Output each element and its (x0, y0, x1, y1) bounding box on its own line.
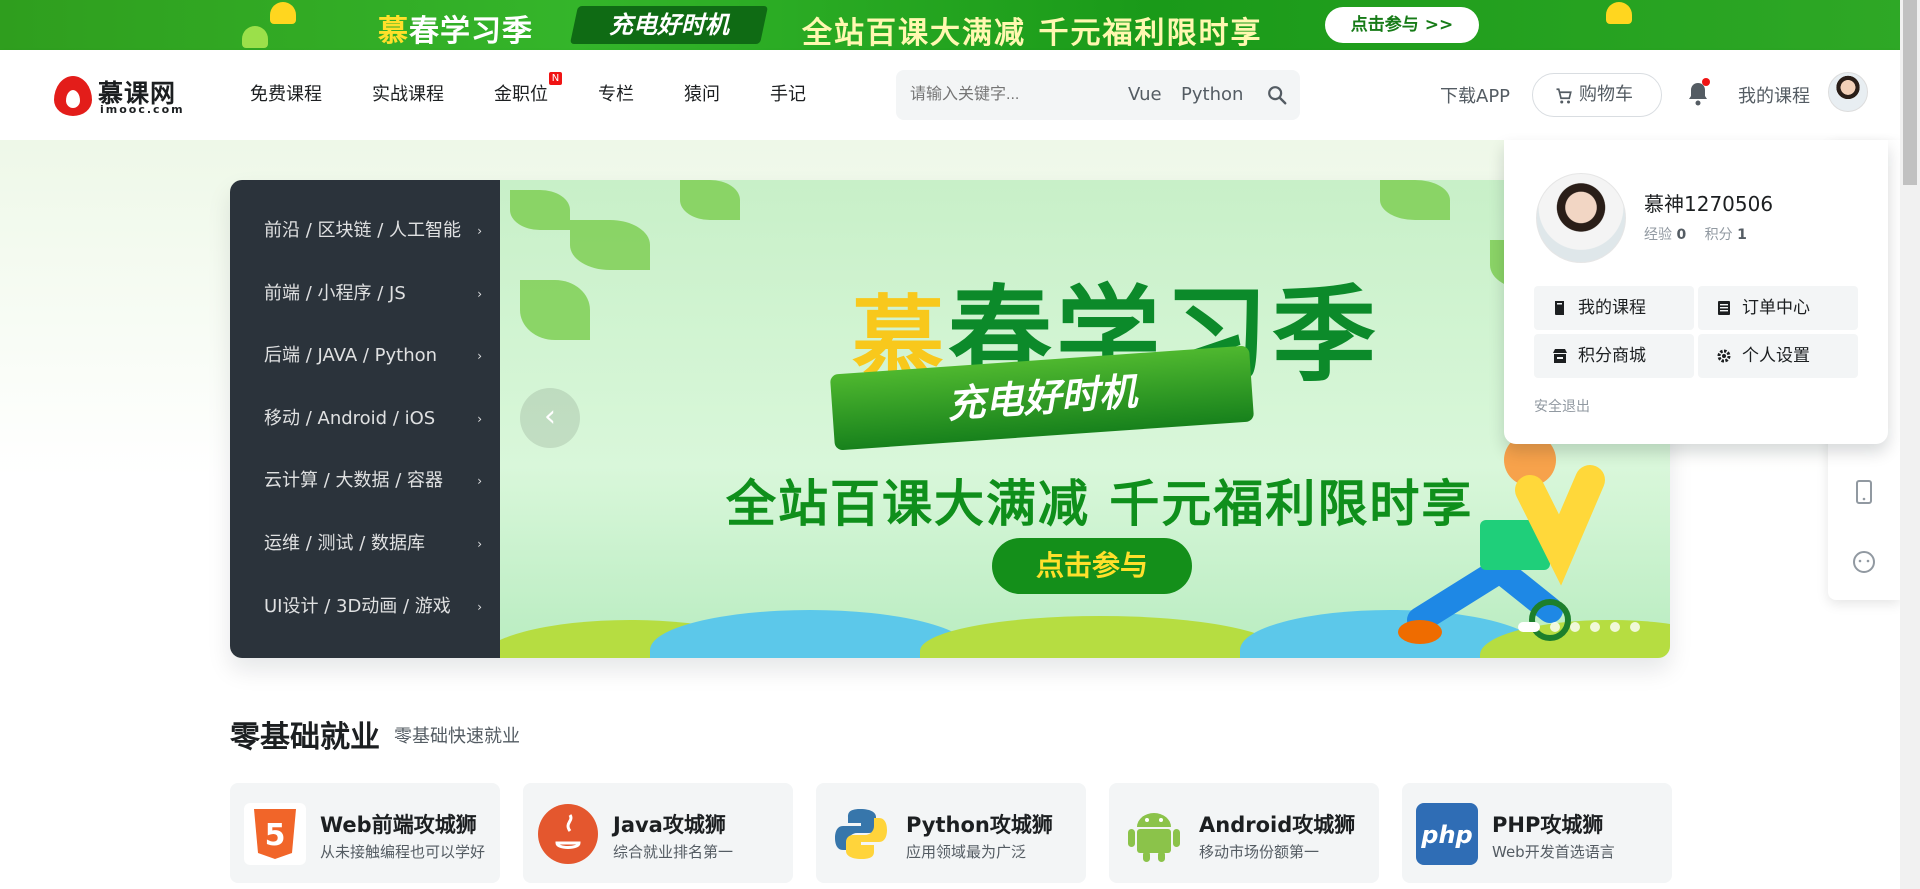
avatar[interactable] (1828, 72, 1868, 112)
hot-word-python[interactable]: Python (1181, 70, 1243, 120)
hero-banner: 前沿 / 区块链 / 人工智能 › 前端 / 小程序 / JS › 后端 / JAV… (230, 180, 1670, 658)
site-header: 慕课网 imooc.com 免费课程 实战课程 金职位N 专栏 猿问 手记 Vu… (0, 50, 1900, 140)
career-card-java[interactable]: Java攻城狮 综合就业排名第一 (523, 783, 793, 883)
carousel-dot[interactable] (1590, 622, 1600, 632)
career-path-cards: 5 Web前端攻城狮 从未接触编程也可以学好 Java攻城狮 综合就业排名第一 … (230, 783, 1672, 883)
leaf-decoration (680, 180, 740, 220)
my-courses-link[interactable]: 我的课程 (1738, 82, 1810, 108)
career-card-web[interactable]: 5 Web前端攻城狮 从未接触编程也可以学好 (230, 783, 500, 883)
category-menu: 前沿 / 区块链 / 人工智能 › 前端 / 小程序 / JS › 后端 / JAV… (230, 180, 500, 658)
user-dropdown: 慕神1270506 经验 0 积分 1 我的课程 订单中心 积分商城 个人设置 … (1504, 140, 1888, 444)
category-item[interactable]: UI设计 / 3D动画 / 游戏 › (230, 576, 500, 639)
leaf-decoration (520, 280, 590, 340)
hill-decoration (920, 616, 1280, 658)
promo-cta-button[interactable]: 点击参与 >> (1325, 7, 1479, 43)
banner-slogan: 全站百课大满减 千元福利限时享 (726, 475, 1474, 533)
main-nav: 免费课程 实战课程 金职位 N 专栏 猿问 手记 (250, 50, 856, 140)
carousel-dot[interactable] (1550, 622, 1560, 632)
svg-text:php: php (1420, 821, 1472, 849)
chevron-right-icon: › (477, 224, 482, 238)
nav-qa[interactable]: 猿问 (684, 50, 720, 140)
cart-button[interactable]: 购物车 (1532, 73, 1662, 117)
cart-icon (1556, 88, 1572, 104)
nav-notes[interactable]: 手记 (770, 50, 806, 140)
java-icon (538, 804, 598, 864)
nav-golden-jobs[interactable]: 金职位 N (494, 50, 562, 140)
carousel-dot[interactable] (1630, 622, 1640, 632)
category-item[interactable]: 后端 / JAVA / Python › (230, 325, 500, 388)
carousel-dot[interactable] (1570, 622, 1580, 632)
career-card-python[interactable]: Python攻城狮 应用领域最为广泛 (816, 783, 1086, 883)
carousel-dot[interactable] (1518, 622, 1540, 632)
php-icon: php (1416, 803, 1478, 865)
download-app-link[interactable]: 下载APP (1440, 82, 1510, 108)
menu-personal-settings[interactable]: 个人设置 (1698, 334, 1858, 378)
nav-free-courses[interactable]: 免费课程 (250, 50, 322, 140)
gear-icon (1717, 349, 1731, 363)
promo-ribbon: 充电好时机 (569, 6, 769, 44)
section-title: 零基础就业 (230, 720, 380, 755)
logout-link[interactable]: 安全退出 (1534, 396, 1590, 416)
python-icon (835, 809, 887, 859)
student-illustration (1398, 434, 1605, 644)
chevron-right-icon: › (477, 536, 482, 551)
unread-dot (1702, 78, 1710, 86)
search-icon[interactable] (1266, 84, 1288, 106)
category-item[interactable]: 移动 / Android / iOS › (230, 388, 500, 451)
store-icon (1553, 349, 1567, 363)
user-stats: 经验 0 积分 1 (1644, 227, 1747, 243)
username: 慕神1270506 (1644, 192, 1774, 216)
menu-points-store[interactable]: 积分商城 (1534, 334, 1694, 378)
search-input[interactable] (910, 70, 1090, 120)
mobile-icon[interactable] (1854, 480, 1874, 504)
menu-my-courses[interactable]: 我的课程 (1534, 286, 1694, 330)
svg-text:5: 5 (265, 818, 286, 853)
leaf-decoration (570, 220, 650, 270)
carousel-dot[interactable] (1610, 622, 1620, 632)
nav-column[interactable]: 专栏 (598, 50, 634, 140)
user-menu-grid: 我的课程 订单中心 积分商城 个人设置 (1534, 286, 1858, 378)
category-item[interactable]: 前端 / 小程序 / JS › (230, 263, 500, 326)
leaf-decoration (1380, 180, 1450, 220)
flame-icon (54, 76, 92, 116)
career-card-android[interactable]: Android攻城狮 移动市场份额第一 (1109, 783, 1379, 883)
promo-slogan: 全站百课大满减 千元福利限时享 (802, 16, 1263, 50)
section-subtitle: 零基础快速就业 (394, 726, 520, 747)
banner-join-button[interactable]: 点击参与 (992, 538, 1192, 594)
chevron-right-icon: › (477, 411, 482, 426)
scrollbar-thumb[interactable] (1903, 0, 1917, 185)
book-icon (1555, 301, 1564, 315)
android-icon (1128, 813, 1180, 862)
promo-title: 慕春学习季 (378, 14, 533, 49)
heart-decoration (242, 26, 268, 48)
chevron-right-icon: › (477, 286, 482, 301)
order-icon (1718, 301, 1730, 315)
page-scrollbar[interactable] (1900, 0, 1920, 889)
chat-icon[interactable] (1852, 550, 1876, 574)
chevron-right-icon: › (477, 474, 482, 489)
category-item[interactable]: 运维 / 测试 / 数据库 › (230, 513, 500, 576)
category-item[interactable]: 前沿 / 区块链 / 人工智能 › (230, 200, 500, 263)
new-badge: N (549, 72, 562, 85)
menu-order-center[interactable]: 订单中心 (1698, 286, 1858, 330)
carousel-indicators (1518, 622, 1640, 632)
html5-icon: 5 (244, 803, 306, 865)
heart-decoration (1606, 2, 1632, 24)
career-card-php[interactable]: php PHP攻城狮 Web开发首选语言 (1402, 783, 1672, 883)
notification-button[interactable] (1686, 78, 1710, 108)
user-avatar[interactable] (1536, 173, 1626, 263)
heart-decoration (270, 2, 296, 24)
chevron-right-icon: › (477, 349, 482, 364)
nav-practical-courses[interactable]: 实战课程 (372, 50, 444, 140)
chevron-right-icon: › (477, 599, 482, 614)
site-logo[interactable]: 慕课网 imooc.com (54, 76, 188, 116)
leaf-decoration (510, 190, 570, 230)
hot-word-vue[interactable]: Vue (1128, 70, 1162, 120)
carousel-prev-button[interactable]: ‹ (520, 388, 580, 448)
banner-slide[interactable]: 慕春学习季 充电好时机 全站百课大满减 千元福利限时享 点击参与 ‹ (500, 180, 1670, 658)
search-box: Vue Python (896, 70, 1300, 120)
promo-banner[interactable]: 慕春学习季 充电好时机 全站百课大满减 千元福利限时享 点击参与 >> (0, 0, 1920, 50)
category-item[interactable]: 云计算 / 大数据 / 容器 › (230, 450, 500, 513)
